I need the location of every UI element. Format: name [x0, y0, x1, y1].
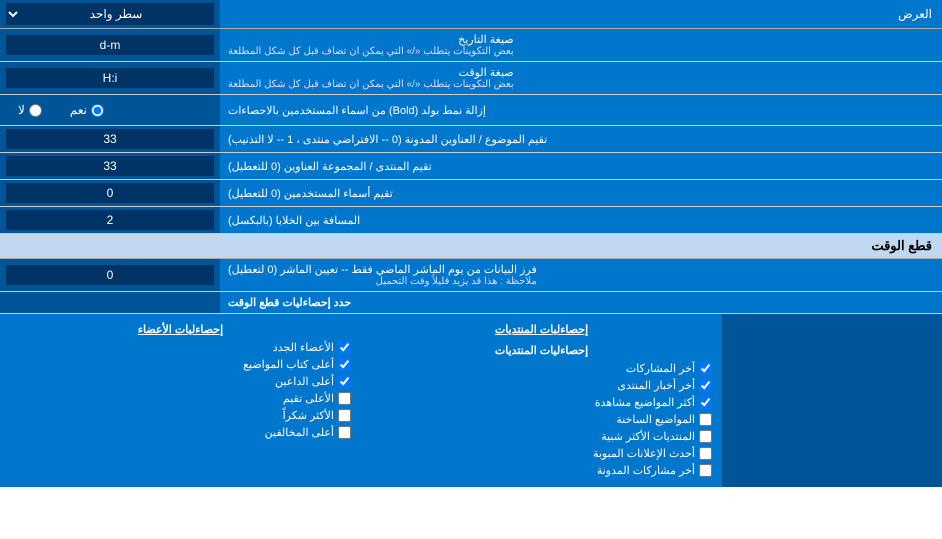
checkbox-top-violators-input[interactable] [338, 426, 351, 439]
cell-spacing-input-cell [0, 207, 220, 233]
cutoff-label: فرز البيانات من يوم الماشر الماضي فقط --… [220, 259, 942, 291]
topics-order-label: تقيم الموضوع / العناوين المدونة (0 -- ال… [220, 126, 942, 152]
time-format-input[interactable] [6, 68, 214, 88]
member-stats-title: إحصاءليات الأعضاء [10, 320, 351, 341]
checkbox-top-rated-input[interactable] [338, 392, 351, 405]
checkbox-new-members-input[interactable] [338, 341, 351, 354]
cell-spacing-input[interactable] [6, 210, 214, 230]
checkbox-most-viewed-input[interactable] [699, 396, 712, 409]
bold-remove-cell: نعم لا [0, 95, 220, 125]
checkbox-top-rated: الأعلى تقيم [10, 392, 351, 405]
bold-yes-option[interactable]: نعم [62, 99, 112, 121]
checkbox-new-members: الأعضاء الجدد [10, 341, 351, 354]
date-format-label: صيغة التاريخ بعض التكوينات يتطلب «/» الت… [220, 29, 942, 61]
checkbox-top-inviters: أعلى الداعين [10, 375, 351, 388]
checkbox-top-inviters-input[interactable] [338, 375, 351, 388]
checkbox-last-posts: أخر المشاركات [371, 362, 712, 375]
users-order-input[interactable] [6, 183, 214, 203]
checkbox-top-writers-input[interactable] [338, 358, 351, 371]
checkbox-most-thanks: الأكثر شكراً [10, 409, 351, 422]
stats-limit-input-cell [0, 292, 220, 313]
forums-order-label: تقيم المنتدى / المجموعة العناوين (0 للتع… [220, 153, 942, 179]
forum-stats-col: إحصاءليات المنتديات إحصاءليات المنتديات … [361, 314, 722, 487]
forums-order-input-cell [0, 153, 220, 179]
display-mode-dropdown[interactable]: سطر واحد [6, 3, 214, 25]
checkbox-most-viewed: أكثر المواضيع مشاهدة [371, 396, 712, 409]
checkbox-top-violators: أعلى المخالفين [10, 426, 351, 439]
cutoff-input-cell [0, 259, 220, 291]
bold-no-radio[interactable] [29, 104, 42, 117]
forums-order-input[interactable] [6, 156, 214, 176]
stats-limit-label: حدد إحصاءليات قطع الوقت [220, 292, 942, 313]
checkbox-forum-news: أخر أخبار المنتدى [371, 379, 712, 392]
bold-remove-label: إزالة نمط بولد (Bold) من اسماء المستخدمي… [220, 95, 942, 125]
date-format-input[interactable] [6, 35, 214, 55]
topics-order-input-cell [0, 126, 220, 152]
checkbox-blog-posts-input[interactable] [699, 464, 712, 477]
forum-stats-header: إحصاءليات المنتديات [371, 320, 712, 341]
bold-no-option[interactable]: لا [10, 99, 50, 121]
checkbox-latest-ads-input[interactable] [699, 447, 712, 460]
checkbox-latest-ads: أحدث الإعلانات المبوبة [371, 447, 712, 460]
users-order-input-cell [0, 180, 220, 206]
checkbox-hot-topics: المواضيع الساخنة [371, 413, 712, 426]
checkbox-forum-news-input[interactable] [699, 379, 712, 392]
cutoff-input[interactable] [6, 265, 214, 285]
checkbox-most-thanks-input[interactable] [338, 409, 351, 422]
bold-yes-radio[interactable] [91, 104, 104, 117]
time-format-input-cell [0, 62, 220, 94]
time-format-label: صيغة الوقت بعض التكوينات يتطلب «/» التي … [220, 62, 942, 94]
section-label: العرض [220, 2, 942, 26]
forum-stats-title: إحصاءليات المنتديات [371, 341, 712, 362]
display-mode-cell: سطر واحد [0, 0, 220, 28]
date-format-input-cell [0, 29, 220, 61]
cutoff-section-header: قطع الوقت [0, 234, 942, 259]
cell-spacing-label: المسافة بين الخلايا (بالبكسل) [220, 207, 942, 233]
checkbox-similar-forums-input[interactable] [699, 430, 712, 443]
topics-order-input[interactable] [6, 129, 214, 149]
checkbox-top-writers: أعلى كتاب المواضيع [10, 358, 351, 371]
checkbox-hot-topics-input[interactable] [699, 413, 712, 426]
users-order-label: تقيم أسماء المستخدمين (0 للتعطيل) [220, 180, 942, 206]
checkbox-blog-posts: أخر مشاركات المدونة [371, 464, 712, 477]
checkbox-similar-forums: المنتديات الأكثر شبية [371, 430, 712, 443]
member-stats-col: إحصاءليات الأعضاء الأعضاء الجدد أعلى كتا… [0, 314, 361, 487]
checkbox-last-posts-input[interactable] [699, 362, 712, 375]
